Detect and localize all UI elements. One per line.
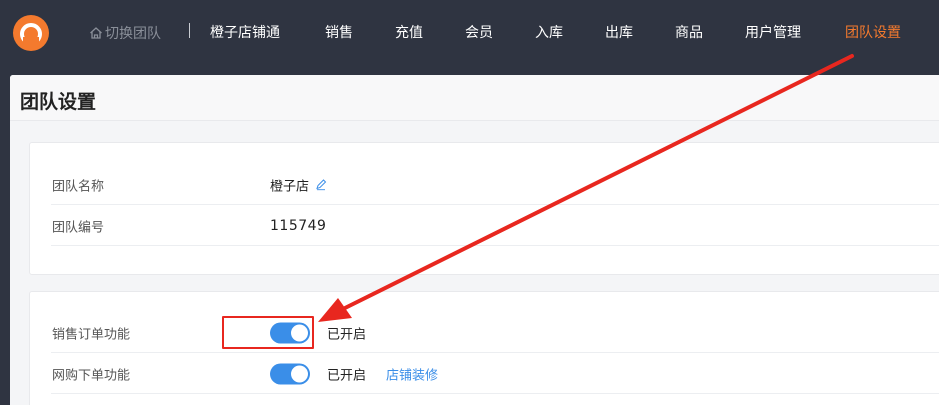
sales-order-label: 销售订单功能 [52,327,131,342]
team-info-card: 团队名称 橙子店 团队编号 115749 [29,142,939,275]
nav-item-user-management[interactable]: 用户管理 [745,22,801,44]
switch-team-button[interactable]: 切换团队 [89,22,161,44]
main-panel: 团队设置 团队名称 橙子店 团队编号 115749 销售订单功能 已开启 网购下… [10,75,939,405]
row-divider [51,245,939,246]
sales-order-row: 销售订单功能 已开启 [30,312,939,353]
shop-decoration-link[interactable]: 店铺装修 [386,364,438,383]
team-id-value: 115749 [270,217,327,234]
row-divider [51,393,939,394]
team-name-value-wrap: 橙子店 [270,175,327,194]
annotation-highlight-box [222,316,314,349]
top-nav: 切换团队 橙子店铺通 销售 充值 会员 入库 出库 商品 用户管理 团队设置 [0,0,939,75]
online-order-row: 网购下单功能 已开启 店铺装修 [30,353,939,394]
team-name-row: 团队名称 橙子店 [30,164,939,205]
team-id-row: 团队编号 115749 [30,205,939,246]
team-id-label: 团队编号 [52,220,105,235]
nav-item-sales[interactable]: 销售 [325,22,353,44]
nav-item-members[interactable]: 会员 [465,22,493,44]
team-name-label: 团队名称 [52,179,105,194]
panel-header: 团队设置 [10,75,939,121]
features-card: 销售订单功能 已开启 网购下单功能 已开启 店铺装修 [29,291,939,405]
nav-item-recharge[interactable]: 充值 [395,22,423,44]
edit-icon[interactable] [315,179,327,191]
page-title: 团队设置 [20,91,97,113]
online-order-label: 网购下单功能 [52,368,131,383]
sales-order-status: 已开启 [327,327,367,342]
nav-item-stock-in[interactable]: 入库 [535,22,563,44]
home-icon [90,27,102,39]
nav-divider [189,23,190,38]
nav-item-brand[interactable]: 橙子店铺通 [210,22,280,44]
team-name-value: 橙子店 [270,179,310,194]
switch-team-label: 切换团队 [105,26,161,42]
nav-item-stock-out[interactable]: 出库 [605,22,633,44]
online-order-status: 已开启 [327,368,367,383]
app-logo-icon[interactable] [13,15,49,51]
online-order-toggle[interactable] [270,363,310,384]
nav-item-team-settings[interactable]: 团队设置 [845,22,901,44]
nav-item-products[interactable]: 商品 [675,22,703,44]
